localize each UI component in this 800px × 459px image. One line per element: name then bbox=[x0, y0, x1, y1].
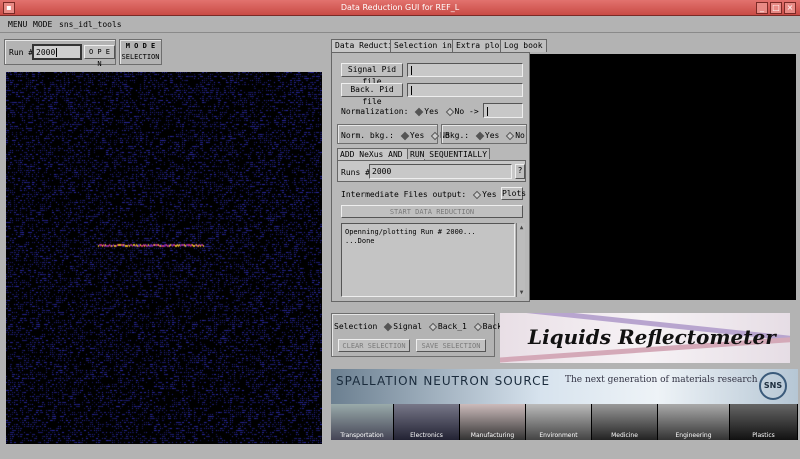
runs-subpanel: Runs # 2000 ? bbox=[337, 160, 526, 182]
category-label: Manufacturing bbox=[470, 432, 515, 439]
category-label: Transportation bbox=[340, 432, 384, 439]
liquids-reflectometer-banner: Liquids Reflectometer bbox=[500, 313, 790, 363]
selection-signal-radio-icon[interactable] bbox=[383, 322, 393, 331]
data-reduction-panel: Signal Pid file Back. Pid file Normaliza… bbox=[331, 52, 530, 302]
run-number-input[interactable]: 2000 bbox=[32, 44, 82, 60]
menubar: MENU MODE sns_idl_tools bbox=[0, 16, 800, 33]
intermediate-label: Intermediate Files output: bbox=[341, 190, 467, 199]
norm-bkg-group: Norm. bkg.: Yes No bbox=[337, 124, 450, 144]
norm-run-input[interactable] bbox=[483, 103, 523, 118]
detector-plot[interactable] bbox=[6, 72, 322, 444]
normalization-no-label[interactable]: No bbox=[455, 107, 465, 116]
save-selection-button[interactable]: SAVE SELECTION bbox=[416, 339, 486, 352]
category-label: Engineering bbox=[675, 432, 712, 439]
back-pid-file-button[interactable]: Back. Pid file bbox=[341, 83, 403, 106]
intermediate-row: Intermediate Files output: Yes No bbox=[341, 190, 522, 199]
sns-categories-banner: Transportation Electronics Manufacturing… bbox=[331, 404, 798, 440]
sns-logo-icon: SNS bbox=[759, 372, 787, 400]
norm-bkg-no-radio-icon[interactable] bbox=[430, 131, 440, 140]
plots-button[interactable]: Plots bbox=[501, 187, 526, 200]
close-icon[interactable]: × bbox=[784, 2, 796, 14]
tab-log-book[interactable]: Log book bbox=[500, 39, 547, 52]
bkg-no-label[interactable]: No bbox=[515, 131, 525, 140]
selection-label: Selection bbox=[334, 322, 378, 331]
window-title: Data Reduction GUI for REF_L bbox=[340, 3, 460, 12]
log-line: Openning/plotting Run # 2000... bbox=[345, 228, 476, 236]
sns-title: SPALLATION NEUTRON SOURCE bbox=[336, 374, 551, 388]
log-scrollbar[interactable]: ▲ ▼ bbox=[516, 223, 525, 297]
bkg-no-radio-icon[interactable] bbox=[505, 131, 515, 140]
sns-tagline: The next generation of materials researc… bbox=[565, 375, 758, 385]
lr-title: Liquids Reflectometer bbox=[528, 325, 776, 349]
run-label: Run # bbox=[9, 48, 34, 57]
intermediate-yes-radio-icon[interactable] bbox=[472, 190, 482, 199]
signal-pid-file-field[interactable] bbox=[407, 63, 523, 77]
signal-pid-file-button[interactable]: Signal Pid file bbox=[341, 63, 403, 86]
scroll-up-icon[interactable]: ▲ bbox=[517, 223, 526, 232]
selection-back1-label[interactable]: Back_1 bbox=[438, 322, 467, 331]
norm-bkg-yes-label[interactable]: Yes bbox=[410, 131, 424, 140]
clear-selection-button[interactable]: CLEAR SELECTION bbox=[338, 339, 410, 352]
category-plastics: Plastics bbox=[730, 404, 798, 440]
selection-panel: Selection Signal Back_1 Back_2 CLEAR SEL… bbox=[331, 313, 512, 357]
runs-value: 2000 bbox=[372, 167, 392, 176]
category-environment: Environment bbox=[526, 404, 592, 440]
maximize-icon[interactable]: □ bbox=[770, 2, 782, 14]
bkg-yes-label[interactable]: Yes bbox=[485, 131, 499, 140]
sns-banner: SPALLATION NEUTRON SOURCE The next gener… bbox=[331, 369, 798, 404]
back-pid-file-field[interactable] bbox=[407, 83, 523, 97]
selection-back2-radio-icon[interactable] bbox=[473, 322, 482, 331]
normalization-label: Normalization: bbox=[341, 107, 409, 116]
selection-back1-radio-icon[interactable] bbox=[428, 322, 438, 331]
mode-value[interactable]: SELECTION bbox=[120, 53, 161, 61]
category-manufacturing: Manufacturing bbox=[460, 404, 526, 440]
preview-display bbox=[530, 54, 796, 300]
norm-bkg-yes-radio-icon[interactable] bbox=[400, 131, 410, 140]
log-line: ...Done bbox=[345, 237, 375, 245]
bkg-label: Bkg.: bbox=[445, 131, 470, 140]
normalization-yes-label[interactable]: Yes bbox=[424, 107, 438, 116]
category-label: Electronics bbox=[410, 432, 443, 439]
runs-label: Runs # bbox=[341, 168, 370, 177]
tab-run-sequentially[interactable]: RUN SEQUENTIALLY bbox=[407, 148, 491, 159]
category-engineering: Engineering bbox=[658, 404, 730, 440]
category-label: Environment bbox=[539, 432, 578, 439]
norm-bkg-label: Norm. bkg.: bbox=[341, 131, 394, 140]
intermediate-yes-label[interactable]: Yes bbox=[482, 190, 496, 199]
menu-item-sns-idl-tools[interactable]: sns_idl_tools bbox=[59, 20, 122, 29]
bkg-group: Bkg.: Yes No bbox=[441, 124, 527, 144]
normalization-yes-radio-icon[interactable] bbox=[415, 107, 424, 116]
run-number-value: 2000 bbox=[36, 48, 56, 57]
scroll-down-icon[interactable]: ▼ bbox=[517, 288, 526, 297]
log-textarea[interactable]: Openning/plotting Run # 2000... ...Done bbox=[341, 223, 515, 297]
category-label: Medicine bbox=[611, 432, 638, 439]
menu-item-menu[interactable]: MENU bbox=[8, 20, 27, 29]
help-button[interactable]: ? bbox=[515, 164, 525, 179]
category-electronics: Electronics bbox=[394, 404, 460, 440]
minimize-icon[interactable]: _ bbox=[756, 2, 768, 14]
run-panel: Run # 2000 O P E N bbox=[4, 39, 116, 68]
category-transportation: Transportation bbox=[331, 404, 394, 440]
bkg-yes-radio-icon[interactable] bbox=[475, 131, 485, 140]
runs-input[interactable]: 2000 bbox=[369, 164, 512, 179]
mode-title: M O D E bbox=[125, 42, 156, 50]
start-data-reduction-button[interactable]: START DATA REDUCTION bbox=[341, 205, 523, 218]
selection-signal-label[interactable]: Signal bbox=[393, 322, 422, 331]
normalization-no-radio-icon[interactable] bbox=[445, 107, 454, 116]
category-medicine: Medicine bbox=[592, 404, 658, 440]
category-label: Plastics bbox=[752, 432, 775, 439]
mode-panel: M O D E SELECTION bbox=[119, 39, 162, 65]
menu-item-mode[interactable]: MODE bbox=[33, 20, 52, 29]
window-titlebar: ▪ Data Reduction GUI for REF_L _ □ × bbox=[0, 0, 800, 16]
open-button[interactable]: O P E N bbox=[84, 45, 115, 68]
